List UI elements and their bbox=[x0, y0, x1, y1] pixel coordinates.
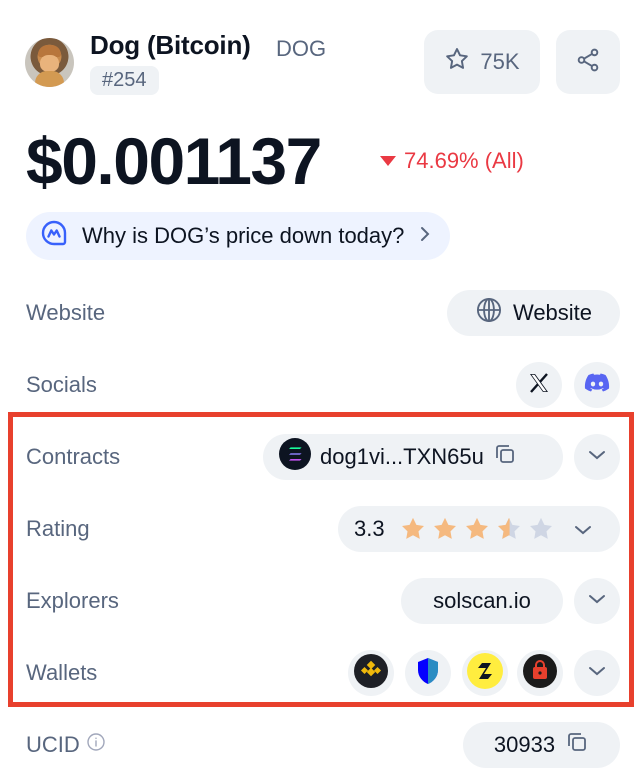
share-icon bbox=[575, 47, 601, 78]
rating-stars bbox=[399, 515, 555, 543]
why-price-down-label: Why is DOG’s price down today? bbox=[82, 223, 405, 248]
bitget-wallet-icon bbox=[523, 653, 557, 693]
rating-label: Rating bbox=[26, 516, 90, 541]
trust-wallet-button[interactable] bbox=[405, 650, 451, 696]
chevron-down-icon bbox=[587, 448, 607, 466]
rating-value: 3.3 bbox=[354, 516, 385, 541]
x-logo-icon bbox=[527, 371, 551, 400]
watchlist-button[interactable]: 75K bbox=[424, 30, 540, 94]
ucid-button[interactable]: 30933 bbox=[463, 722, 620, 768]
safepal-wallet-icon bbox=[467, 652, 503, 694]
x-social-button[interactable] bbox=[516, 362, 562, 408]
rating-button[interactable]: 3.3 bbox=[338, 506, 620, 552]
chevron-down-icon bbox=[587, 664, 607, 682]
watchlist-count: 75K bbox=[480, 49, 520, 74]
coin-name: Dog (Bitcoin) bbox=[90, 30, 251, 60]
ucid-label: UCID bbox=[26, 732, 80, 757]
rank-badge: #254 bbox=[90, 66, 159, 95]
solana-icon bbox=[279, 438, 311, 476]
star-outline-icon bbox=[444, 46, 470, 78]
discord-social-button[interactable] bbox=[574, 362, 620, 408]
explorer-link[interactable]: solscan.io bbox=[401, 578, 563, 624]
star-filled-icon bbox=[401, 517, 424, 539]
binance-wallet-icon bbox=[354, 653, 388, 693]
coin-symbol: DOG bbox=[276, 36, 327, 61]
bitget-wallet-button[interactable] bbox=[517, 650, 563, 696]
star-filled-icon bbox=[465, 517, 488, 539]
trust-wallet-icon bbox=[414, 656, 442, 691]
chevron-down-icon bbox=[587, 592, 607, 610]
contract-address: dog1vi...TXN65u bbox=[320, 444, 484, 469]
ucid-value: 30933 bbox=[493, 732, 556, 757]
safepal-wallet-button[interactable] bbox=[462, 650, 508, 696]
discord-icon bbox=[584, 372, 610, 399]
contracts-label: Contracts bbox=[26, 444, 121, 469]
wallets-expand-button[interactable] bbox=[574, 650, 620, 696]
wallets-label: Wallets bbox=[26, 660, 98, 685]
contract-address-button[interactable]: dog1vi...TXN65u bbox=[263, 434, 563, 480]
coin-avatar bbox=[25, 38, 74, 87]
website-button[interactable]: Website bbox=[447, 290, 620, 336]
chevron-down-icon bbox=[573, 516, 593, 542]
price-change-value: 74.69% (All) bbox=[404, 148, 524, 173]
star-empty-icon bbox=[529, 517, 552, 539]
chevron-right-icon bbox=[418, 223, 432, 249]
binance-wallet-button[interactable] bbox=[348, 650, 394, 696]
star-partial-icon bbox=[497, 517, 520, 539]
share-button[interactable] bbox=[556, 30, 620, 94]
explorers-label: Explorers bbox=[26, 588, 119, 613]
ai-chat-icon bbox=[40, 219, 68, 253]
price-change: 74.69% (All) bbox=[380, 148, 524, 174]
website-button-label: Website bbox=[512, 300, 593, 325]
contracts-expand-button[interactable] bbox=[574, 434, 620, 480]
copy-icon[interactable] bbox=[493, 442, 517, 472]
why-price-down-button[interactable]: Why is DOG’s price down today? bbox=[26, 212, 451, 260]
price-value: $0.001137 bbox=[26, 124, 322, 198]
down-arrow-icon bbox=[380, 156, 396, 166]
globe-icon bbox=[475, 296, 503, 330]
socials-label: Socials bbox=[26, 372, 97, 397]
website-label: Website bbox=[26, 300, 106, 325]
ucid-row-label: UCID bbox=[26, 732, 106, 758]
copy-icon[interactable] bbox=[565, 730, 589, 760]
info-icon[interactable] bbox=[86, 732, 106, 758]
explorers-expand-button[interactable] bbox=[574, 578, 620, 624]
star-filled-icon bbox=[433, 517, 456, 539]
